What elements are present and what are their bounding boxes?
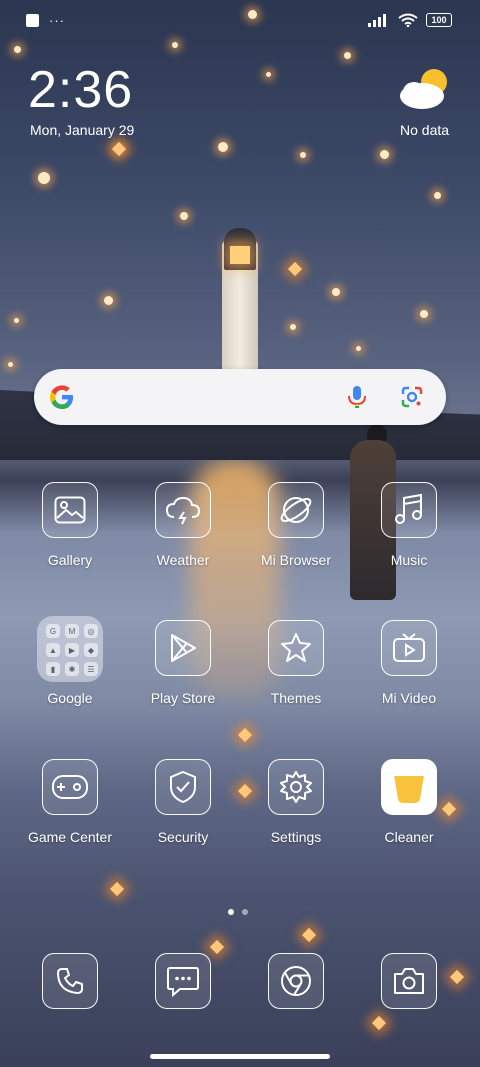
chrome-icon bbox=[268, 953, 324, 1009]
status-bar: ··· 100 bbox=[0, 0, 480, 44]
folder-icon: G M ◎ ▲ ▶ ◆ ▮ ✱ ☰ bbox=[37, 616, 103, 682]
weather-status[interactable]: No data bbox=[400, 122, 449, 138]
gallery-icon bbox=[42, 482, 98, 538]
google-lens-icon[interactable] bbox=[400, 385, 424, 409]
app-label: Settings bbox=[270, 829, 322, 845]
home-indicator[interactable] bbox=[150, 1054, 330, 1059]
app-weather[interactable]: Weather bbox=[128, 482, 238, 568]
themes-icon bbox=[268, 620, 324, 676]
cleaner-icon bbox=[381, 759, 437, 815]
google-search-bar[interactable] bbox=[34, 369, 446, 425]
app-mi-browser[interactable]: Mi Browser bbox=[241, 482, 351, 568]
phone-icon bbox=[42, 953, 98, 1009]
music-icon bbox=[381, 482, 437, 538]
google-g-icon bbox=[50, 385, 73, 409]
app-game-center[interactable]: Game Center bbox=[15, 759, 125, 845]
clock-time[interactable]: 2:36 bbox=[28, 60, 133, 120]
signal-icon bbox=[368, 14, 386, 27]
dock-camera[interactable] bbox=[381, 953, 437, 1009]
messages-icon bbox=[155, 953, 211, 1009]
dock-phone[interactable] bbox=[42, 953, 98, 1009]
app-label: Weather bbox=[156, 552, 210, 568]
app-label: Gallery bbox=[47, 552, 93, 568]
page-dot-active bbox=[228, 909, 234, 915]
gear-icon bbox=[268, 759, 324, 815]
app-label: Mi Video bbox=[381, 690, 437, 706]
camera-icon bbox=[381, 953, 437, 1009]
page-dot bbox=[242, 909, 248, 915]
app-label: Google bbox=[47, 690, 93, 706]
wifi-icon bbox=[398, 13, 418, 27]
app-play-store[interactable]: Play Store bbox=[128, 620, 238, 706]
app-music[interactable]: Music bbox=[354, 482, 464, 568]
app-settings[interactable]: Settings bbox=[241, 759, 351, 845]
more-notifications-icon: ··· bbox=[49, 13, 65, 28]
app-label: Music bbox=[390, 552, 428, 568]
app-gallery[interactable]: Gallery bbox=[15, 482, 125, 568]
app-label: Security bbox=[157, 829, 209, 845]
partly-cloudy-icon[interactable] bbox=[398, 66, 454, 112]
app-label: Game Center bbox=[27, 829, 113, 845]
app-cleaner[interactable]: Cleaner bbox=[354, 759, 464, 845]
clock-date[interactable]: Mon, January 29 bbox=[30, 122, 134, 138]
app-security[interactable]: Security bbox=[128, 759, 238, 845]
game-controller-icon bbox=[42, 759, 98, 815]
app-label: Mi Browser bbox=[260, 552, 331, 568]
battery-indicator: 100 bbox=[426, 13, 452, 27]
app-label: Play Store bbox=[150, 690, 216, 706]
dock-messages[interactable] bbox=[155, 953, 211, 1009]
video-icon bbox=[381, 620, 437, 676]
app-themes[interactable]: Themes bbox=[241, 620, 351, 706]
shield-check-icon bbox=[155, 759, 211, 815]
app-label: Cleaner bbox=[384, 829, 434, 845]
folder-google[interactable]: G M ◎ ▲ ▶ ◆ ▮ ✱ ☰ Google bbox=[15, 616, 125, 706]
weather-icon bbox=[155, 482, 211, 538]
app-mi-video[interactable]: Mi Video bbox=[354, 620, 464, 706]
page-indicator[interactable] bbox=[228, 909, 248, 915]
browser-icon bbox=[268, 482, 324, 538]
dock-chrome[interactable] bbox=[268, 953, 324, 1009]
mic-icon[interactable] bbox=[346, 385, 368, 409]
notification-square-icon bbox=[26, 14, 39, 27]
app-label: Themes bbox=[270, 690, 322, 706]
play-store-icon bbox=[155, 620, 211, 676]
